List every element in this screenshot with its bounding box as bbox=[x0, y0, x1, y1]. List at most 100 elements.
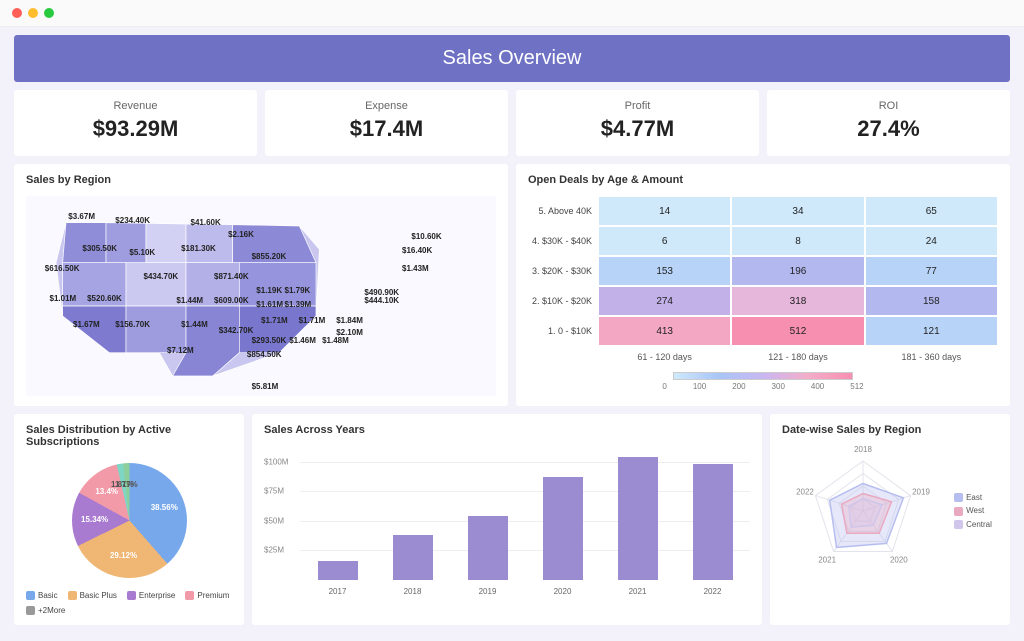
bar[interactable] bbox=[468, 516, 508, 580]
heatmap-legend bbox=[528, 372, 998, 380]
heatmap-row-label: 4. $30K - $40K bbox=[528, 226, 598, 256]
map-value-tag: $1.43M bbox=[402, 264, 429, 273]
sales-distribution-pie-card: Sales Distribution by Active Subscriptio… bbox=[14, 414, 244, 625]
radar-legend-item[interactable]: Central bbox=[954, 520, 992, 529]
heatmap[interactable]: 5. Above 40K1434654. $30K - $40K68243. $… bbox=[528, 196, 998, 346]
kpi-value: $4.77M bbox=[516, 116, 759, 142]
kpi-value: $17.4M bbox=[265, 116, 508, 142]
pie-legend-item[interactable]: Basic bbox=[26, 591, 58, 600]
sales-across-years-card: Sales Across Years $25M$50M$75M$100M 201… bbox=[252, 414, 762, 625]
map-value-tag: $234.40K bbox=[115, 216, 150, 225]
card-title: Sales by Region bbox=[26, 174, 496, 186]
heatmap-cell[interactable]: 512 bbox=[731, 316, 864, 346]
map-value-tag: $3.67M bbox=[68, 212, 95, 221]
heatmap-cell[interactable]: 158 bbox=[865, 286, 998, 316]
heatmap-cell[interactable]: 14 bbox=[598, 196, 731, 226]
radar-legend-item[interactable]: East bbox=[954, 493, 992, 502]
heatmap-cell[interactable]: 153 bbox=[598, 256, 731, 286]
map-value-tag: $342.70K bbox=[219, 326, 254, 335]
radar-legend: East West Central bbox=[954, 493, 992, 529]
map-value-tag: $609.00K bbox=[214, 296, 249, 305]
map-value-tag: $616.50K bbox=[45, 264, 80, 273]
map-value-tag: $1.39M bbox=[285, 300, 312, 309]
bar[interactable] bbox=[693, 464, 733, 580]
heatmap-x-labels: 61 - 120 days121 - 180 days181 - 360 day… bbox=[528, 352, 998, 362]
pie-slice-label: 15.34% bbox=[81, 515, 108, 524]
svg-text:2021: 2021 bbox=[818, 555, 836, 564]
heatmap-cell[interactable]: 6 bbox=[598, 226, 731, 256]
map-value-tag: $7.12M bbox=[167, 346, 194, 355]
pie-legend-item[interactable]: +2More bbox=[26, 606, 65, 615]
radar-chart[interactable]: 20182019202020212022 bbox=[788, 446, 948, 576]
bar[interactable] bbox=[393, 535, 433, 580]
map-value-tag: $854.50K bbox=[247, 350, 282, 359]
heatmap-cell[interactable]: 65 bbox=[865, 196, 998, 226]
pie-legend-item[interactable]: Basic Plus bbox=[68, 591, 117, 600]
heatmap-cell[interactable]: 318 bbox=[731, 286, 864, 316]
heatmap-cell[interactable]: 77 bbox=[865, 256, 998, 286]
minimize-icon[interactable] bbox=[28, 8, 38, 18]
pie-legend-item[interactable]: Enterprise bbox=[127, 591, 175, 600]
map-value-tag: $1.48M bbox=[322, 336, 349, 345]
map-value-tag: $1.44M bbox=[181, 320, 208, 329]
kpi-label: Revenue bbox=[14, 100, 257, 112]
kpi-expense[interactable]: Expense $17.4M bbox=[265, 90, 508, 156]
kpi-label: ROI bbox=[767, 100, 1010, 112]
map-value-tag: $5.10K bbox=[129, 248, 155, 257]
map-value-tag: $1.61M bbox=[256, 300, 283, 309]
pie-chart[interactable]: 38.56%29.12%15.34%13.4%1.81%1.77% bbox=[72, 463, 187, 578]
pie-legend-item[interactable]: Premium bbox=[185, 591, 229, 600]
map-value-tag: $855.20K bbox=[252, 252, 287, 261]
map-value-tag: $305.50K bbox=[82, 244, 117, 253]
card-title: Date-wise Sales by Region bbox=[782, 424, 998, 436]
map-value-tag: $1.71M bbox=[299, 316, 326, 325]
heatmap-cell[interactable]: 274 bbox=[598, 286, 731, 316]
pie-slice-label: 29.12% bbox=[110, 551, 137, 560]
open-deals-heatmap-card: Open Deals by Age & Amount 5. Above 40K1… bbox=[516, 164, 1010, 406]
us-map[interactable]: $3.67M$234.40K$41.60K$2.16K$10.60K$16.40… bbox=[26, 196, 496, 396]
map-value-tag: $41.60K bbox=[191, 218, 221, 227]
close-icon[interactable] bbox=[12, 8, 22, 18]
map-value-tag: $5.81M bbox=[252, 382, 279, 391]
heatmap-row-label: 2. $10K - $20K bbox=[528, 286, 598, 316]
kpi-profit[interactable]: Profit $4.77M bbox=[516, 90, 759, 156]
svg-text:2022: 2022 bbox=[796, 487, 814, 496]
heatmap-cell[interactable]: 413 bbox=[598, 316, 731, 346]
svg-text:2018: 2018 bbox=[854, 446, 872, 454]
card-title: Open Deals by Age & Amount bbox=[528, 174, 998, 186]
heatmap-cell[interactable]: 34 bbox=[731, 196, 864, 226]
svg-text:2019: 2019 bbox=[912, 487, 930, 496]
pie-slice-label: 38.56% bbox=[151, 503, 178, 512]
map-value-tag: $1.46M bbox=[289, 336, 316, 345]
heatmap-cell[interactable]: 196 bbox=[731, 256, 864, 286]
heatmap-cell[interactable]: 8 bbox=[731, 226, 864, 256]
map-value-tag: $1.19K bbox=[256, 286, 282, 295]
kpi-value: 27.4% bbox=[767, 116, 1010, 142]
bar-chart[interactable]: $25M$50M$75M$100M 2017201820192020202120… bbox=[264, 446, 750, 596]
map-value-tag: $434.70K bbox=[144, 272, 179, 281]
heatmap-legend-bar bbox=[673, 372, 853, 380]
radar-card: Date-wise Sales by Region 20182019202020… bbox=[770, 414, 1010, 625]
dashboard: Sales Overview Revenue $93.29M Expense $… bbox=[0, 27, 1024, 641]
map-value-tag: $181.30K bbox=[181, 244, 216, 253]
map-value-tag: $1.84M bbox=[336, 316, 363, 325]
bar[interactable] bbox=[318, 561, 358, 580]
radar-legend-item[interactable]: West bbox=[954, 506, 992, 515]
heatmap-row-label: 5. Above 40K bbox=[528, 196, 598, 226]
card-title: Sales Across Years bbox=[264, 424, 750, 436]
heatmap-cell[interactable]: 121 bbox=[865, 316, 998, 346]
kpi-revenue[interactable]: Revenue $93.29M bbox=[14, 90, 257, 156]
heatmap-row-label: 1. 0 - $10K bbox=[528, 316, 598, 346]
heatmap-cell[interactable]: 24 bbox=[865, 226, 998, 256]
kpi-roi[interactable]: ROI 27.4% bbox=[767, 90, 1010, 156]
sales-by-region-card: Sales by Region bbox=[14, 164, 508, 406]
window-controls bbox=[0, 0, 1024, 27]
kpi-row: Revenue $93.29M Expense $17.4M Profit $4… bbox=[14, 90, 1010, 156]
bar[interactable] bbox=[618, 457, 658, 580]
maximize-icon[interactable] bbox=[44, 8, 54, 18]
pie-legend: Basic Basic Plus Enterprise Premium +2More bbox=[26, 591, 232, 615]
kpi-label: Profit bbox=[516, 100, 759, 112]
map-value-tag: $1.67M bbox=[73, 320, 100, 329]
map-value-tag: $871.40K bbox=[214, 272, 249, 281]
bar[interactable] bbox=[543, 477, 583, 580]
